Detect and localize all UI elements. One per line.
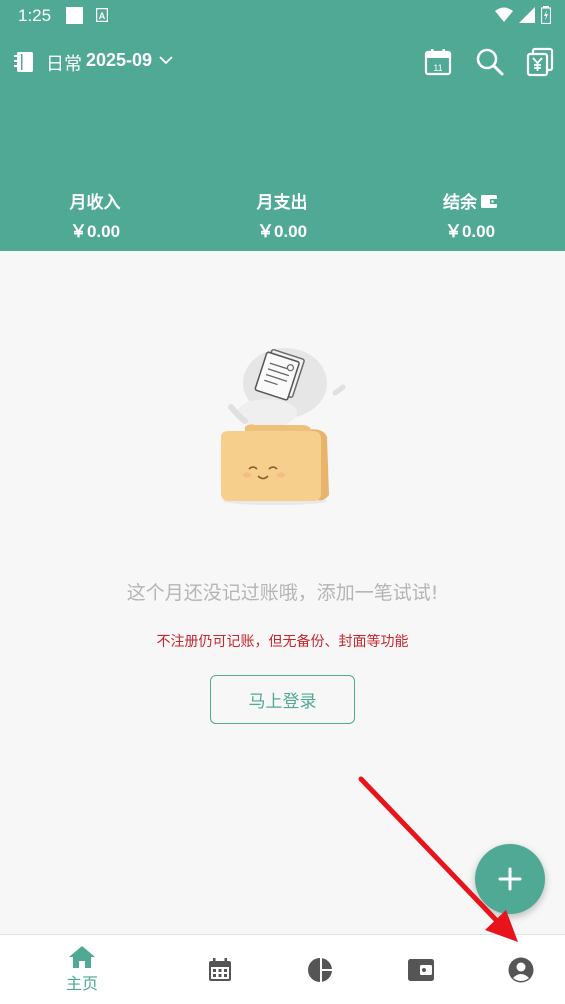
top-toolbar: 日常 2025-09 11 bbox=[0, 40, 565, 84]
calendar-day: 11 bbox=[433, 63, 442, 73]
login-button[interactable]: 马上登录 bbox=[210, 675, 355, 724]
income-summary: 月收入 ￥0.00 bbox=[25, 188, 165, 242]
income-label: 月收入 bbox=[69, 193, 121, 213]
nav-wallet[interactable] bbox=[391, 935, 451, 1004]
status-time: 1:25 bbox=[18, 6, 52, 25]
wallet-icon bbox=[408, 959, 434, 981]
income-value: ￥0.00 bbox=[69, 222, 121, 241]
expense-summary: 月支出 ￥0.00 bbox=[212, 188, 352, 242]
book-name[interactable]: 日常 bbox=[46, 50, 82, 76]
status-icons bbox=[495, 6, 551, 24]
nav-account[interactable] bbox=[491, 935, 551, 1004]
nav-home[interactable]: 主页 bbox=[52, 935, 112, 1004]
chevron-down-icon[interactable] bbox=[158, 54, 174, 66]
add-record-button[interactable] bbox=[475, 844, 545, 914]
nav-home-label: 主页 bbox=[65, 974, 98, 993]
month-selector[interactable]: 2025-09 bbox=[86, 50, 152, 71]
currency-copy-icon[interactable] bbox=[524, 46, 556, 78]
wallet-small-icon bbox=[481, 194, 497, 208]
balance-label: 结余 bbox=[443, 193, 477, 213]
status-bar: 1:25 A bbox=[0, 0, 565, 32]
calendar-icon bbox=[209, 958, 231, 981]
empty-box-illustration bbox=[221, 348, 346, 505]
balance-value: ￥0.00 bbox=[444, 222, 496, 241]
wifi-icon bbox=[495, 7, 513, 22]
plus-icon bbox=[498, 867, 522, 891]
svg-text:A: A bbox=[99, 11, 106, 21]
expense-value: ￥0.00 bbox=[256, 222, 308, 241]
register-warning: 不注册仍可记账，但无备份、封面等功能 bbox=[156, 634, 409, 650]
empty-message: 这个月还没记过账哦，添加一笔试试! bbox=[126, 582, 439, 604]
home-icon bbox=[69, 946, 95, 968]
bottom-navigation: 主页 bbox=[0, 934, 565, 1004]
month-summary: 月收入 ￥0.00 月支出 ￥0.00 结余 ￥0.00 bbox=[0, 188, 565, 244]
calendar-icon[interactable]: 11 bbox=[422, 46, 454, 78]
app-header: 1:25 A 日常 2025-09 11 月收入 ￥0.00 月支出 ￥0.00… bbox=[0, 0, 565, 251]
nav-calendar[interactable] bbox=[190, 935, 250, 1004]
notification-square-icon bbox=[66, 7, 83, 24]
signal-icon bbox=[519, 7, 535, 23]
nav-statistics[interactable] bbox=[290, 935, 350, 1004]
balance-summary[interactable]: 结余 ￥0.00 bbox=[400, 188, 540, 242]
expense-label: 月支出 bbox=[256, 193, 308, 213]
notification-a-icon: A bbox=[96, 8, 108, 22]
pie-chart-icon bbox=[308, 958, 332, 982]
notebook-icon[interactable] bbox=[12, 50, 36, 74]
battery-icon bbox=[541, 6, 551, 24]
search-icon[interactable] bbox=[474, 46, 506, 78]
account-icon bbox=[508, 957, 534, 983]
